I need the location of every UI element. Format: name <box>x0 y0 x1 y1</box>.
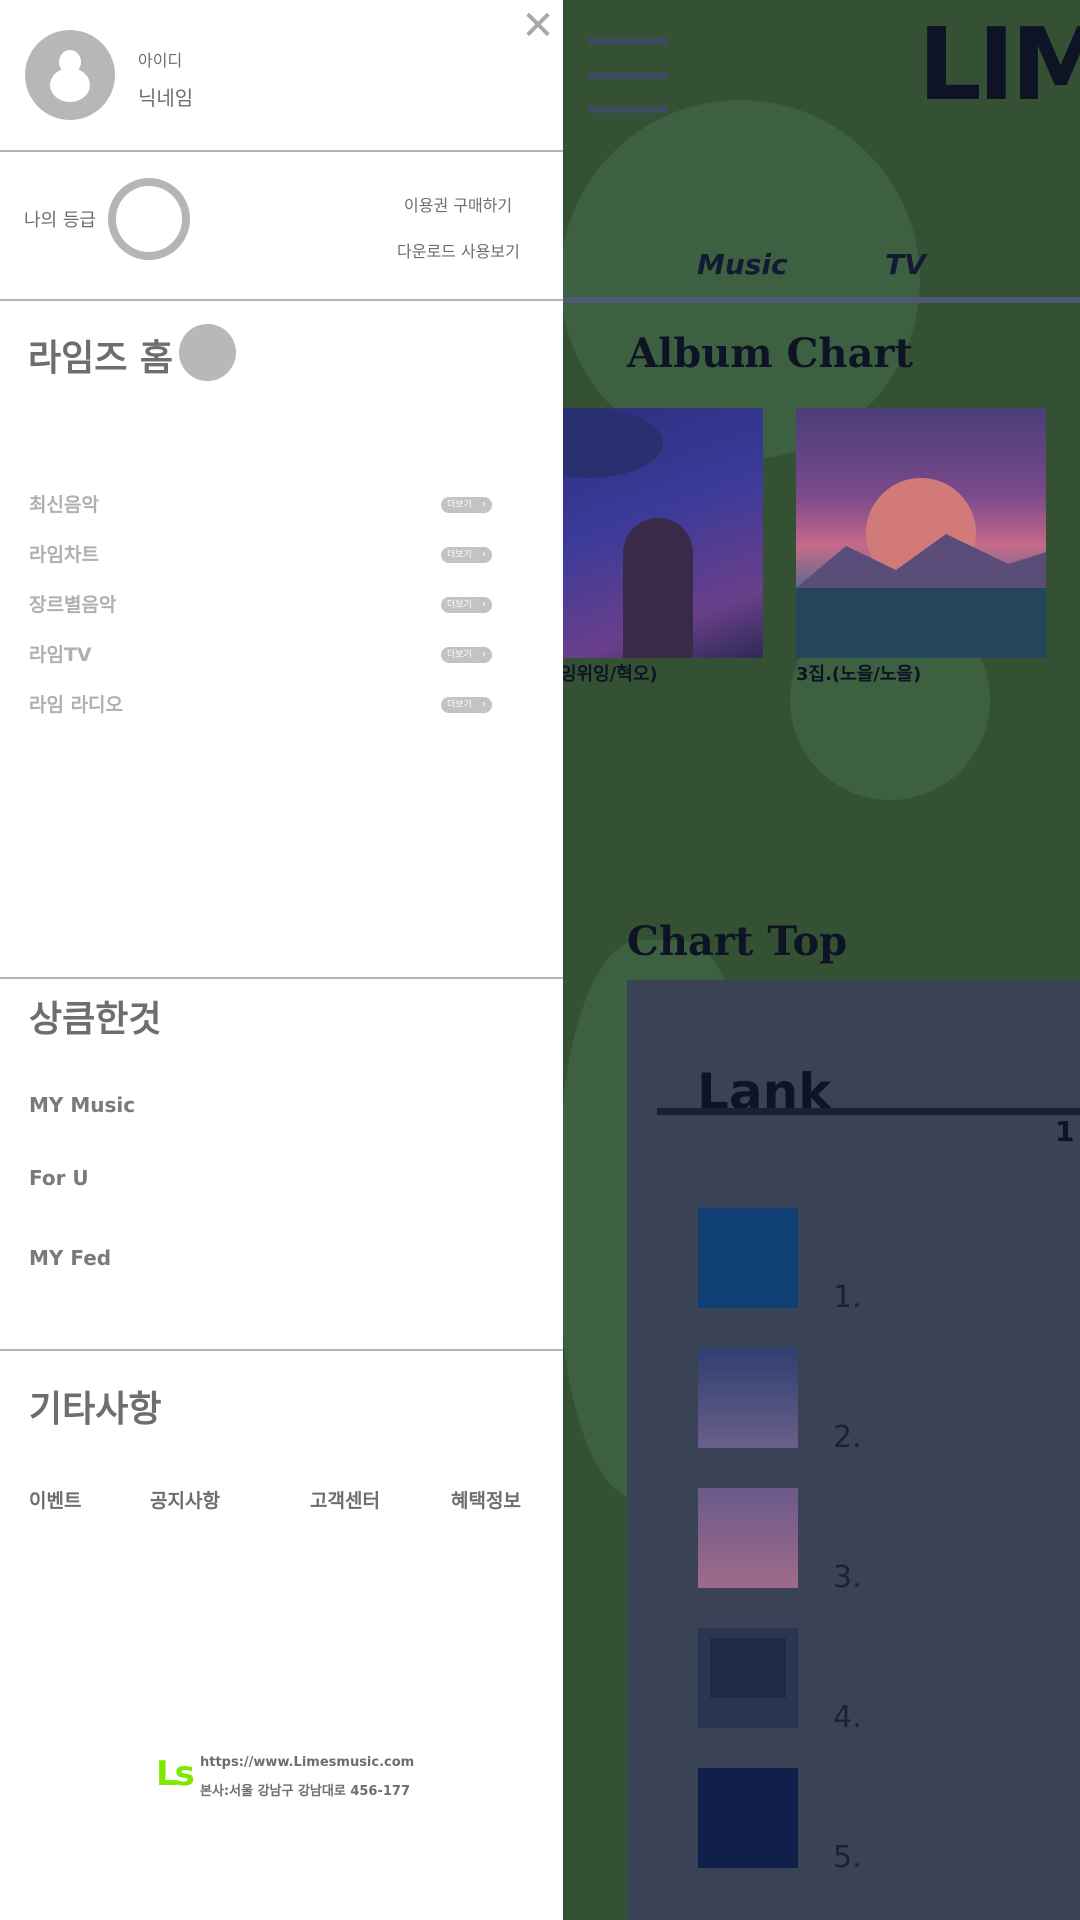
notice-link[interactable]: 공지사항 <box>150 1486 220 1513</box>
album-caption: 3집.(노을/노을) <box>796 664 922 685</box>
footer-url[interactable]: https://www.Limesmusic.com <box>200 1755 414 1770</box>
rank-thumbnail[interactable] <box>698 1208 798 1308</box>
customer-center-link[interactable]: 고객센터 <box>310 1486 380 1513</box>
personal-section-title: 상큼한것 <box>29 999 162 1040</box>
buy-ticket-link[interactable]: 이용권 구매하기 <box>404 192 512 216</box>
more-button[interactable]: 더보기 › <box>441 547 492 563</box>
rank-number: 1. <box>833 1280 862 1315</box>
menu-item-genre[interactable]: 장르별음악 <box>29 590 116 617</box>
rank-thumbnail[interactable] <box>698 1348 798 1448</box>
footer-logo: Ls <box>156 1754 195 1794</box>
avatar-icon[interactable] <box>25 30 115 120</box>
more-button[interactable]: 더보기 › <box>441 497 492 513</box>
benefit-info-link[interactable]: 혜택정보 <box>451 1486 521 1513</box>
menu-item-my-fed[interactable]: MY Fed <box>29 1246 111 1270</box>
side-drawer: ✕ 아이디 닉네임 나의 등급 이용권 구매하기 다운로드 사용보기 라임즈 홈… <box>0 0 563 1920</box>
rank-number: 2. <box>833 1420 862 1455</box>
menu-item-latest[interactable]: 최신음악 <box>29 490 99 517</box>
more-button[interactable]: 더보기 › <box>441 597 492 613</box>
album-cover[interactable] <box>796 408 1046 658</box>
lank-divider <box>657 1108 1080 1115</box>
rank-number: 3. <box>833 1560 862 1595</box>
divider <box>0 977 563 979</box>
menu-item-my-music[interactable]: MY Music <box>29 1093 135 1117</box>
album-chart-title: Album Chart <box>627 330 913 377</box>
grade-label: 나의 등급 <box>24 210 96 231</box>
rank-thumbnail[interactable] <box>698 1488 798 1588</box>
grade-ring-icon <box>108 178 190 260</box>
rank-number: 4. <box>833 1700 862 1735</box>
user-nickname: 닉네임 <box>138 86 194 110</box>
nav-divider <box>563 297 1080 303</box>
divider <box>0 150 563 152</box>
menu-item-radio[interactable]: 라임 라디오 <box>29 690 123 717</box>
more-button[interactable]: 더보기 › <box>441 647 492 663</box>
rank-number: 5. <box>833 1840 862 1875</box>
rank-thumbnail[interactable] <box>698 1628 798 1728</box>
download-link[interactable]: 다운로드 사용보기 <box>397 238 520 262</box>
menu-item-for-u[interactable]: For U <box>29 1166 89 1190</box>
hamburger-menu-icon[interactable] <box>588 38 668 113</box>
menu-item-chart[interactable]: 라임차트 <box>29 540 99 567</box>
album-caption: 잉위잉/혁오) <box>560 664 658 685</box>
divider <box>0 1349 563 1351</box>
home-circle-icon <box>179 324 236 381</box>
more-button[interactable]: 더보기 › <box>441 697 492 713</box>
app-logo: LIM <box>918 6 1080 123</box>
rank-thumbnail[interactable] <box>698 1768 798 1868</box>
divider <box>0 299 563 301</box>
close-icon[interactable]: ✕ <box>520 6 556 46</box>
etc-section-title: 기타사항 <box>29 1389 162 1430</box>
footer-address: 본사:서울 강남구 강남대로 456-177 <box>200 1784 411 1799</box>
tab-tv[interactable]: TV <box>885 248 926 281</box>
chart-top-title: Chart Top <box>627 918 848 965</box>
tab-music[interactable]: Music <box>697 248 788 281</box>
user-id: 아이디 <box>138 51 183 70</box>
home-title[interactable]: 라임즈 홈 <box>28 329 173 381</box>
lank-column-header: 1 <box>1055 1115 1075 1148</box>
event-link[interactable]: 이벤트 <box>29 1486 81 1513</box>
menu-item-tv[interactable]: 라임TV <box>29 640 92 667</box>
